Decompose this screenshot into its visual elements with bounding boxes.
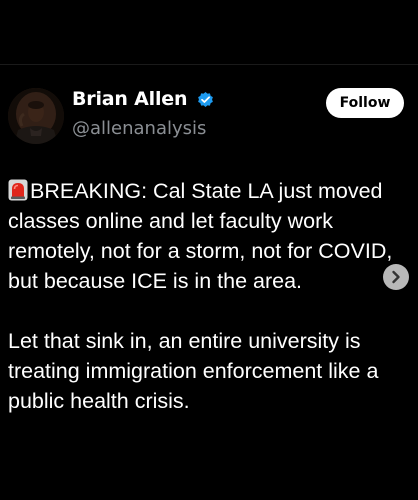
display-name[interactable]: Brian Allen bbox=[72, 88, 187, 110]
post-paragraph-1: BREAKING: Cal State LA just moved classe… bbox=[8, 176, 408, 296]
post-header: Brian Allen @allenanalysis Follow bbox=[8, 84, 412, 148]
screenshot-frame: Brian Allen @allenanalysis Follow BREAKI… bbox=[0, 0, 418, 500]
siren-icon bbox=[8, 179, 28, 201]
avatar[interactable] bbox=[8, 88, 64, 144]
chevron-right-icon bbox=[392, 270, 400, 284]
verified-badge-icon bbox=[196, 90, 215, 109]
avatar-photo bbox=[8, 88, 64, 144]
post-text: BREAKING: Cal State LA just moved classe… bbox=[8, 176, 408, 416]
display-name-row: Brian Allen bbox=[72, 88, 215, 116]
author-block: Brian Allen @allenanalysis bbox=[72, 88, 312, 144]
post-paragraph-2: Let that sink in, an entire university i… bbox=[8, 329, 379, 413]
post-paragraph-1-text: BREAKING: Cal State LA just moved classe… bbox=[8, 179, 393, 293]
carousel-next-button[interactable] bbox=[383, 264, 409, 290]
author-handle[interactable]: @allenanalysis bbox=[72, 118, 206, 139]
follow-button[interactable]: Follow bbox=[326, 88, 404, 118]
divider bbox=[0, 64, 418, 65]
